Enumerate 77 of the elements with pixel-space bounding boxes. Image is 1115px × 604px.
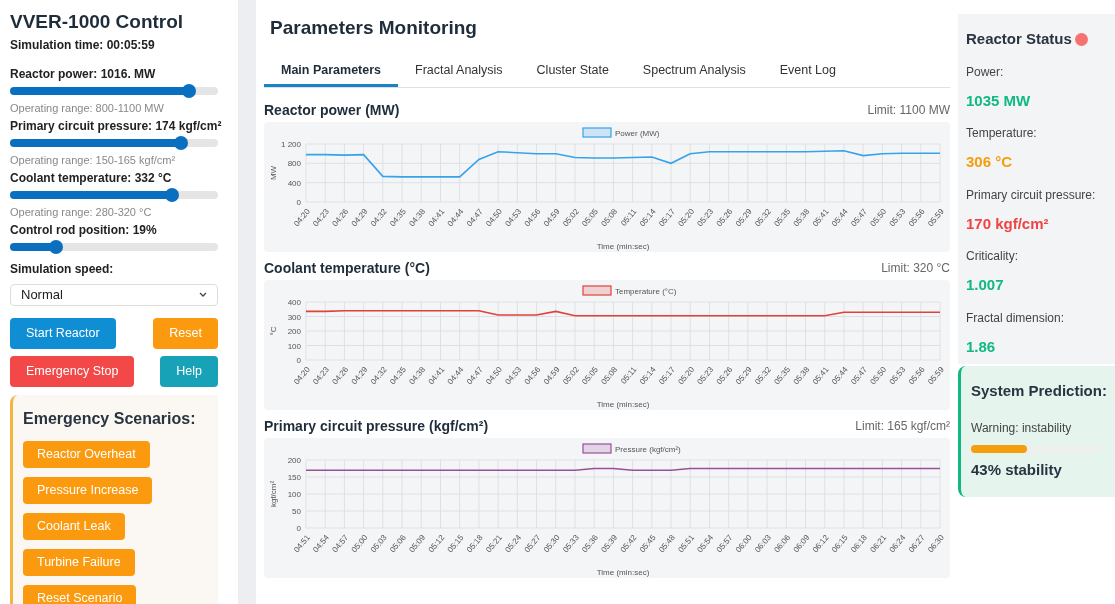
app-title: VVER-1000 Control	[10, 10, 185, 34]
status-value: 1.007	[966, 275, 1005, 295]
chart-title: Primary circuit pressure (kgf/cm²)	[264, 416, 489, 436]
status-value: 170 kgf/cm²	[966, 213, 1050, 234]
status-label: Criticality:	[966, 248, 1019, 265]
tick-label: 0	[296, 356, 301, 365]
tick-label: 0	[296, 524, 301, 533]
scenario-button[interactable]: Reset Scenario	[23, 584, 137, 604]
tab[interactable]: Event Log	[762, 57, 853, 87]
tick-label: 50	[292, 507, 301, 516]
status-label: Power:	[966, 63, 1005, 81]
scenario-button[interactable]: Coolant Leak	[23, 512, 125, 540]
range-hint: Operating range: 800-1100 MW	[10, 101, 165, 116]
limit-label: Limit: 1100 MW	[867, 102, 950, 119]
tick-label: 100	[287, 341, 301, 351]
tab[interactable]: Cluster State	[519, 57, 626, 87]
limit-label: Limit: 165 kgf/cm²	[855, 418, 950, 435]
legend-swatch	[582, 127, 612, 138]
chart-title: Coolant temperature (°C)	[264, 258, 430, 278]
tick-label: 400	[287, 178, 301, 188]
speed-label: Simulation speed:	[10, 261, 115, 278]
axis-label: kgf/cm²	[269, 480, 278, 508]
axis-label: Time (min:sec)	[596, 400, 650, 409]
scenario-button[interactable]: Pressure Increase	[23, 476, 153, 504]
range-hint: Operating range: 280-320 °C	[10, 205, 153, 220]
tick-label: 100	[287, 490, 301, 499]
speed-dropdown[interactable]: Normal	[10, 284, 218, 306]
status-label: Primary circuit pressure:	[966, 186, 1097, 204]
slider-label: Control rod position: 19%	[10, 222, 158, 238]
status-label: Fractal dimension:	[966, 309, 1066, 327]
axis-label: Time (min:sec)	[596, 568, 650, 577]
axis-label: Time (min:sec)	[596, 242, 650, 251]
status-label: Temperature:	[966, 125, 1038, 142]
tick-label: 200	[287, 327, 301, 336]
status-value: 1035 MW	[966, 90, 1032, 111]
tick-label: 200	[287, 456, 301, 465]
tick-label: 0	[296, 198, 301, 207]
slider-label: Reactor power: 1016. MW	[10, 66, 157, 82]
stability-reading: 43% stability	[971, 459, 1063, 480]
page-title: Parameters Monitoring	[269, 16, 478, 40]
scenario-button[interactable]: Reactor Overheat	[23, 440, 150, 468]
tick-label: 150	[287, 473, 301, 482]
prediction-warning: Warning: instability	[971, 419, 1073, 437]
chevron-down-icon	[199, 292, 207, 298]
action-button[interactable]: Emergency Stop	[10, 355, 135, 387]
chart-title: Reactor power (MW)	[264, 100, 400, 120]
tab[interactable]: Fractal Analysis	[398, 57, 520, 87]
tick-label: 1 200	[280, 140, 301, 149]
tick-label: 300	[287, 312, 301, 322]
prediction-title: System Prediction:	[971, 381, 1108, 401]
limit-label: Limit: 320 °C	[881, 260, 950, 277]
axis-label: MW	[269, 165, 278, 181]
legend-label: Power (MW)	[615, 129, 660, 138]
simulation-time: Simulation time: 00:05:59	[10, 37, 156, 54]
status-title: Reactor Status	[966, 29, 1072, 49]
slider[interactable]	[10, 191, 218, 199]
status-value: 306 °C	[966, 152, 1014, 172]
slider-label: Coolant temperature: 332 °C	[10, 170, 173, 186]
slider[interactable]	[10, 139, 218, 147]
range-hint: Operating range: 150-165 kgf/cm²	[10, 153, 177, 168]
tab[interactable]: Main Parameters	[264, 57, 399, 87]
slider[interactable]	[10, 87, 218, 95]
action-button[interactable]: Start Reactor	[10, 317, 116, 349]
legend-label: Temperature (°C)	[615, 287, 677, 296]
tab[interactable]: Spectrum Analysis	[625, 57, 763, 87]
axis-label: °C	[269, 326, 278, 336]
scenario-button[interactable]: Turbine Failure	[23, 548, 135, 576]
scenarios-title: Emergency Scenarios:	[23, 408, 197, 429]
tick-label: 400	[287, 298, 301, 307]
action-button[interactable]: Reset	[153, 317, 218, 349]
slider[interactable]	[10, 243, 218, 251]
action-button[interactable]: Help	[160, 355, 218, 387]
status-value: 1.86	[966, 336, 997, 357]
legend-swatch	[582, 443, 612, 454]
tick-label: 800	[287, 159, 301, 169]
legend-label: Pressure (kgf/cm²)	[615, 445, 681, 454]
legend-swatch	[582, 285, 612, 296]
